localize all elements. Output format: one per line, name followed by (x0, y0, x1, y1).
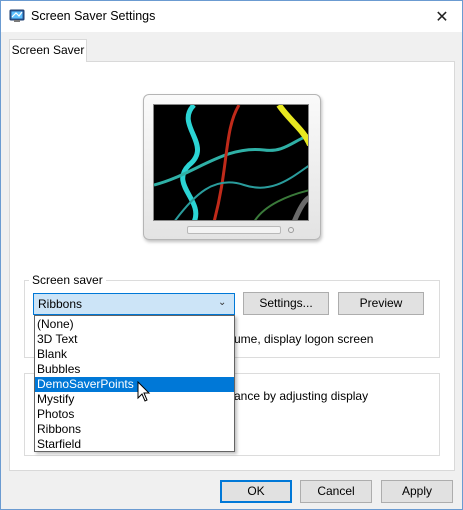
on-resume-label: ume, display logon screen (234, 332, 374, 346)
cancel-button[interactable]: Cancel (300, 480, 372, 503)
dropdown-option-highlighted[interactable]: DemoSaverPoints (35, 377, 234, 392)
dropdown-option[interactable]: (None) (35, 317, 234, 332)
screen-saver-group-label: Screen saver (29, 273, 106, 287)
apply-button[interactable]: Apply (381, 480, 453, 503)
dropdown-option[interactable]: Photos (35, 407, 234, 422)
ribbons-preview-graphic (154, 105, 308, 220)
screen-saver-dropdown-list: (None) 3D Text Blank Bubbles DemoSaverPo… (34, 315, 235, 452)
settings-button[interactable]: Settings... (243, 292, 329, 315)
chevron-down-icon: ⌄ (218, 297, 227, 308)
monitor-power-led (288, 227, 294, 233)
screen-saver-select[interactable]: Ribbons ⌄ (33, 293, 235, 315)
dropdown-option[interactable]: Starfield (35, 437, 234, 452)
dropdown-option[interactable]: Mystify (35, 392, 234, 407)
title-bar: Screen Saver Settings ✕ (1, 1, 462, 32)
preview-button[interactable]: Preview (338, 292, 424, 315)
dropdown-option[interactable]: Blank (35, 347, 234, 362)
dropdown-option[interactable]: Bubbles (35, 362, 234, 377)
close-button[interactable]: ✕ (422, 1, 462, 32)
dropdown-option[interactable]: 3D Text (35, 332, 234, 347)
mouse-cursor-icon (137, 381, 151, 402)
tab-screen-saver[interactable]: Screen Saver (9, 39, 87, 62)
preview-screen (153, 104, 309, 221)
dropdown-option[interactable]: Ribbons (35, 422, 234, 437)
power-management-text: ance by adjusting display (234, 389, 369, 403)
close-icon: ✕ (435, 8, 449, 26)
ok-button[interactable]: OK (220, 480, 292, 503)
monitor-bezel-bar (187, 226, 281, 234)
screen-saver-select-value: Ribbons (38, 297, 83, 311)
screen-saver-app-icon (9, 9, 25, 22)
window-title: Screen Saver Settings (31, 9, 156, 23)
